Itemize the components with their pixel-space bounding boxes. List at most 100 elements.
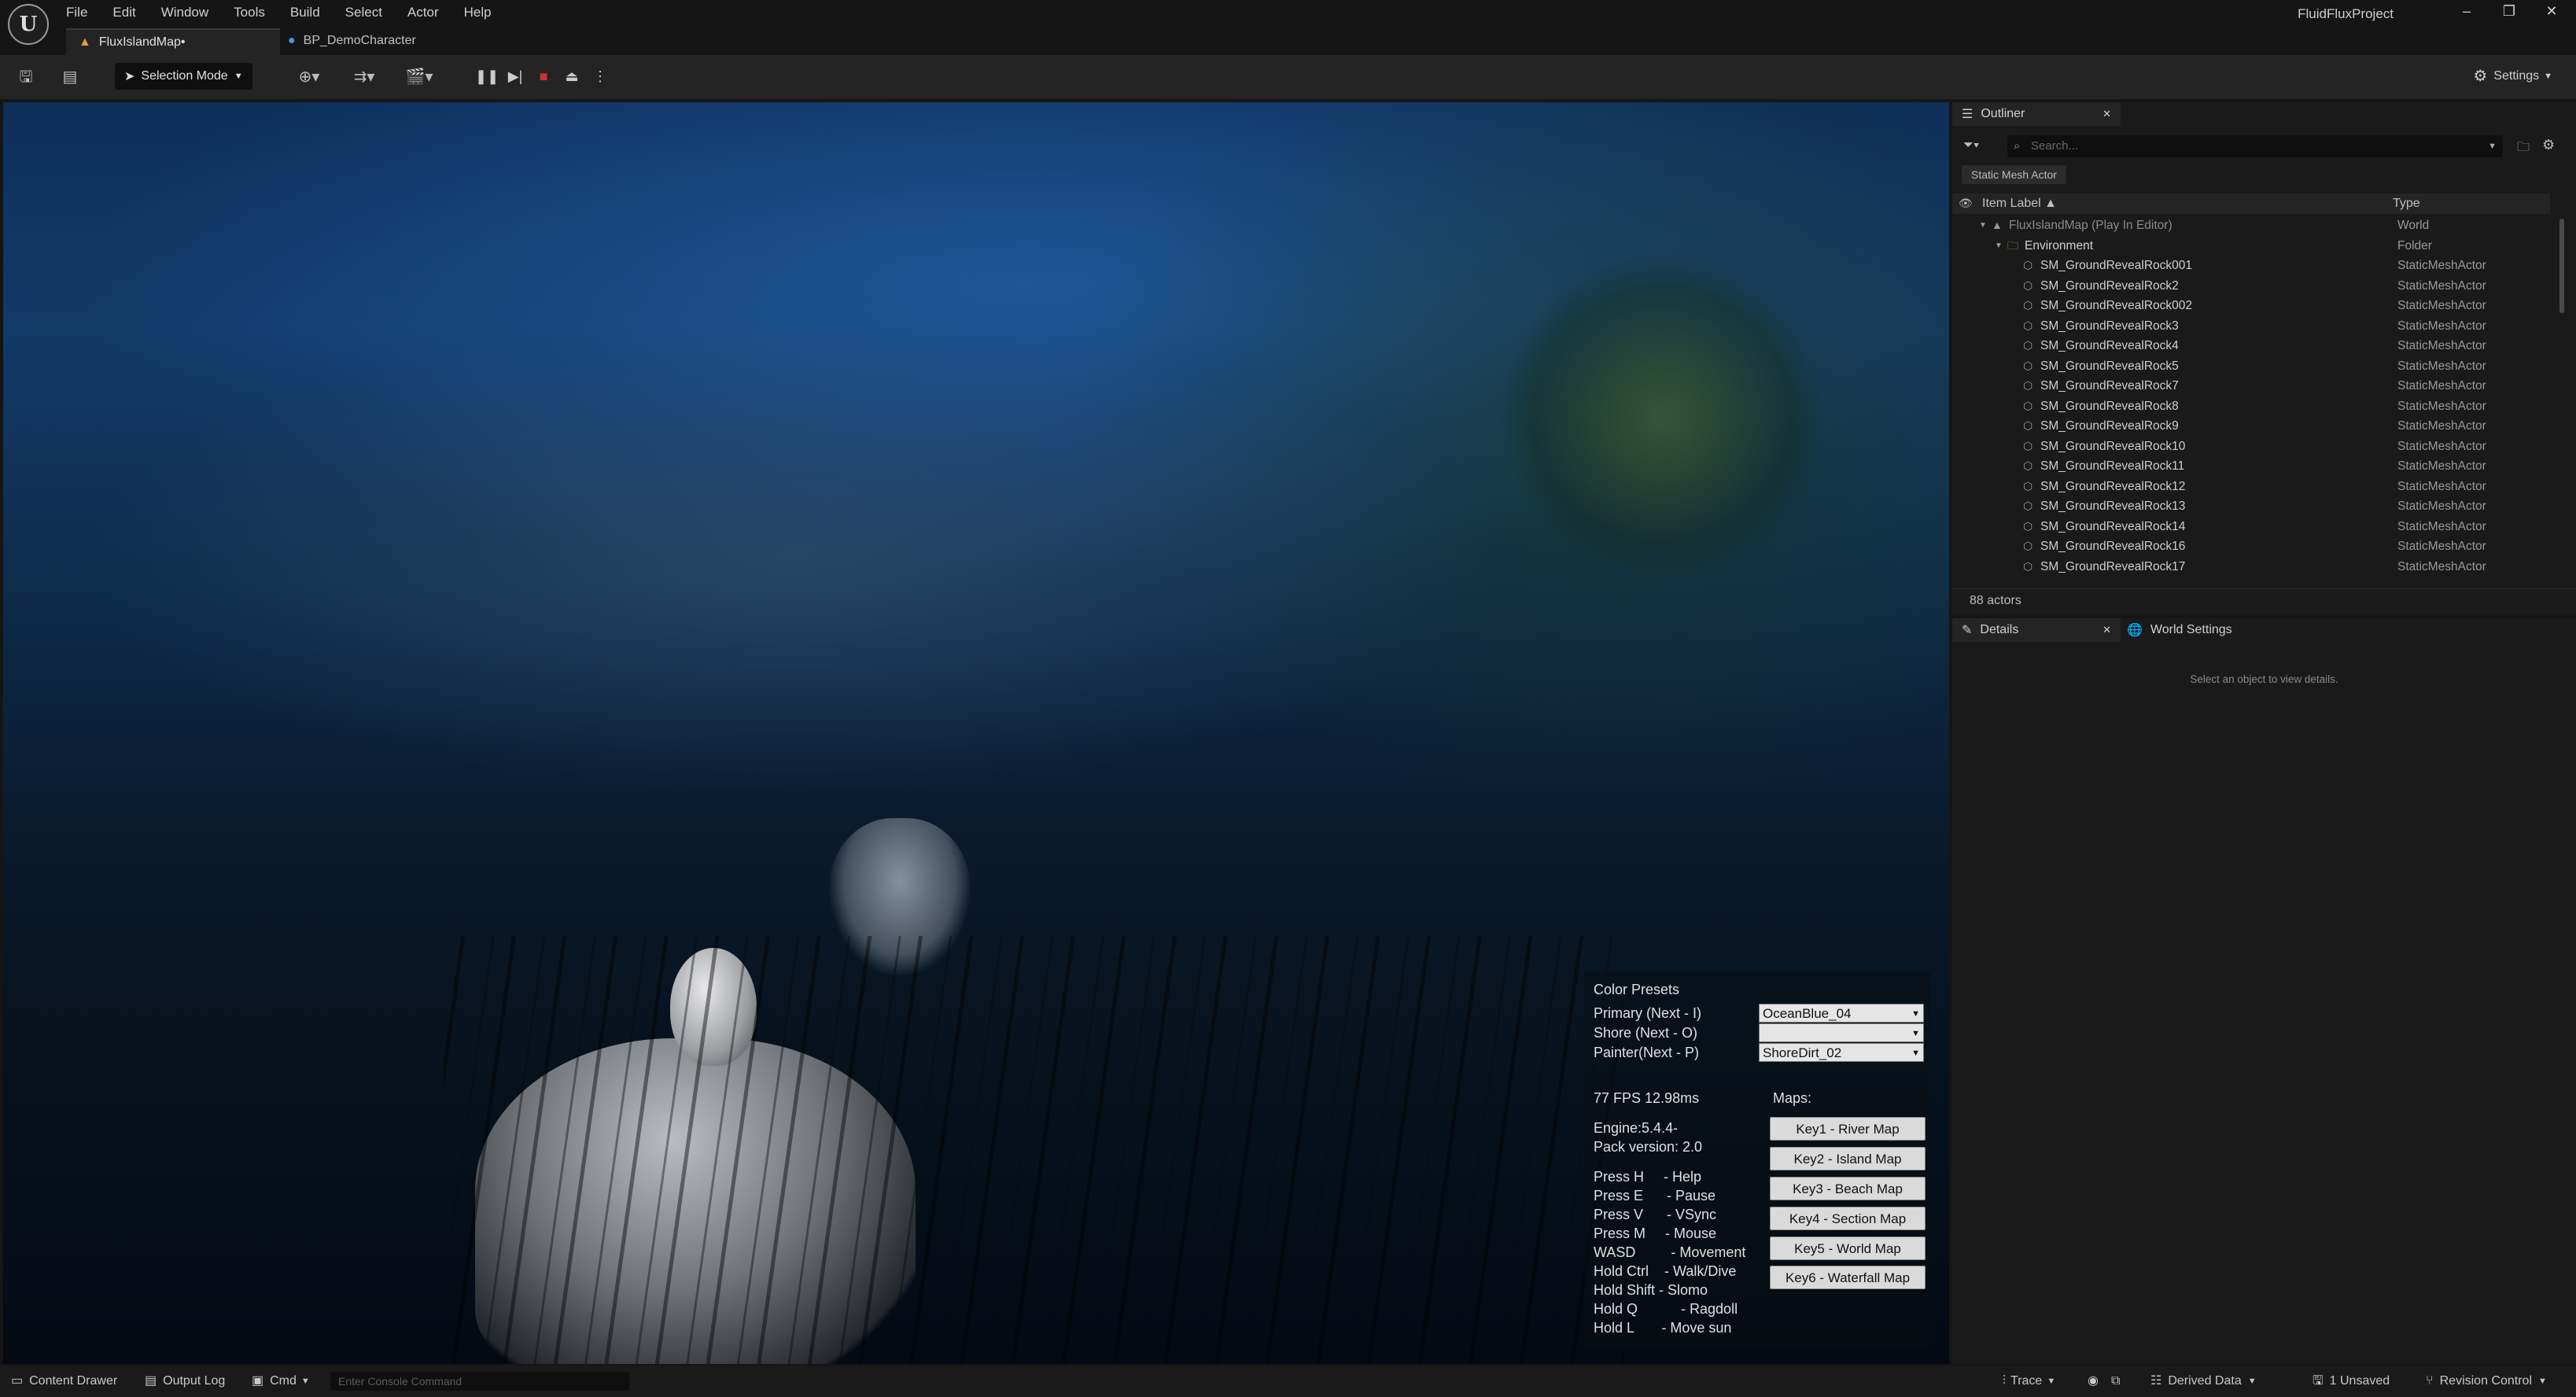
step-forward-icon[interactable]: ▶| <box>503 65 527 88</box>
preset-label-primary: Primary (Next - I) <box>1594 1005 1701 1021</box>
derived-data-dropdown[interactable]: ☷ Derived Data ▼ <box>2150 1366 2257 1397</box>
column-item-label[interactable]: Item Label ▲ <box>1982 197 2057 211</box>
outliner-row[interactable]: ⬡ SM_GroundRevealRock5 StaticMeshActor <box>1952 356 2550 376</box>
outliner-row[interactable]: ⬡ SM_GroundRevealRock11 StaticMeshActor <box>1952 456 2550 476</box>
outliner-search-input[interactable]: ⌕ Search... ▼ <box>2007 135 2503 157</box>
row-label: SM_GroundRevealRock17 <box>2040 559 2186 573</box>
column-type[interactable]: Type <box>2393 197 2420 211</box>
row-label: SM_GroundRevealRock7 <box>2040 379 2179 393</box>
help-line: Hold L - Move sun <box>1594 1320 1732 1336</box>
row-label: SM_GroundRevealRock4 <box>2040 339 2179 352</box>
outliner-row[interactable]: ⬡ SM_GroundRevealRock2 StaticMeshActor <box>1952 276 2550 296</box>
outliner-row[interactable]: ⬡ SM_GroundRevealRock10 StaticMeshActor <box>1952 437 2550 456</box>
unreal-logo-icon[interactable]: U <box>8 4 49 45</box>
static-mesh-icon: ⬡ <box>2023 559 2033 573</box>
island-map-button[interactable]: Key2 - Island Map <box>1770 1147 1926 1170</box>
pause-icon[interactable]: ❚❚ <box>475 65 499 88</box>
outliner-row[interactable]: ⬡ SM_GroundRevealRock13 StaticMeshActor <box>1952 496 2550 516</box>
restore-icon[interactable]: ❐ <box>2493 3 2525 20</box>
search-icon: ⌕ <box>2014 139 2021 153</box>
world-map-button[interactable]: Key5 - World Map <box>1770 1237 1926 1260</box>
output-log-button[interactable]: ▤ Output Log <box>145 1366 225 1397</box>
preset-select-primary[interactable]: OceanBlue_04 ▼ <box>1759 1004 1924 1023</box>
eject-icon[interactable]: ⏏ <box>560 65 584 88</box>
outliner-row[interactable]: ⬡ SM_GroundRevealRock8 StaticMeshActor <box>1952 396 2550 416</box>
preset-select-shore[interactable]: ▼ <box>1759 1023 1924 1042</box>
world-settings-label: World Settings <box>2150 623 2232 636</box>
expand-arrow-icon[interactable]: ▼ <box>1979 216 1987 235</box>
menu-edit[interactable]: Edit <box>112 5 135 20</box>
outliner-row[interactable]: ⬡ SM_GroundRevealRock3 StaticMeshActor <box>1952 316 2550 336</box>
waterfall-map-button[interactable]: Key6 - Waterfall Map <box>1770 1266 1926 1289</box>
preset-label-painter: Painter(Next - P) <box>1594 1045 1700 1060</box>
outliner-row[interactable]: ⬡ SM_GroundRevealRock17 StaticMeshActor <box>1952 557 2550 577</box>
outliner-row[interactable]: ⬡ SM_GroundRevealRock4 StaticMeshActor <box>1952 336 2550 356</box>
save-icon[interactable]: 🖫 <box>14 66 38 88</box>
chevron-down-icon: ▼ <box>2047 1377 2056 1386</box>
menu-select[interactable]: Select <box>345 5 382 20</box>
console-command-input[interactable]: Enter Console Command <box>330 1372 629 1391</box>
beach-map-button[interactable]: Key3 - Beach Map <box>1770 1177 1926 1200</box>
menu-build[interactable]: Build <box>290 5 320 20</box>
trace-dropdown[interactable]: ⫶ Trace ▼ <box>2003 1366 2055 1397</box>
cmd-dropdown[interactable]: ▣ Cmd ▼ <box>252 1366 310 1397</box>
seagrass-reeds <box>444 936 1623 1364</box>
menu-actor[interactable]: Actor <box>407 5 439 20</box>
add-actor-icon[interactable]: ⊕▾ <box>289 66 329 88</box>
preset-select-painter[interactable]: ShoreDirt_02 ▼ <box>1759 1043 1924 1062</box>
section-map-button[interactable]: Key4 - Section Map <box>1770 1207 1926 1230</box>
expand-arrow-icon[interactable]: ▼ <box>1995 236 2003 256</box>
close-icon[interactable]: ✕ <box>2102 108 2111 120</box>
blueprints-icon[interactable]: ⇉▾ <box>345 66 384 88</box>
globe-icon: 🌐 <box>2127 624 2143 637</box>
content-browse-icon[interactable]: ▤ <box>58 66 82 88</box>
tab-bp-democharacter[interactable]: ● BP_DemoCharacter <box>275 28 481 53</box>
record-icon[interactable]: ◉ <box>2088 1366 2099 1397</box>
camera-icon[interactable]: ⧉ <box>2111 1366 2120 1397</box>
outliner-row[interactable]: ⬡ SM_GroundRevealRock12 StaticMeshActor <box>1952 477 2550 496</box>
stop-icon[interactable]: ■ <box>532 65 555 88</box>
visibility-eye-icon[interactable]: 👁 <box>1959 197 1973 210</box>
outliner-scrollbar[interactable] <box>2559 219 2564 313</box>
tab-world-settings[interactable]: 🌐 World Settings <box>2117 618 2242 642</box>
outliner-row[interactable]: ▼ ▲ FluxIslandMap (Play In Editor) World <box>1952 216 2550 235</box>
filter-icon[interactable]: ⏷▾ <box>1963 138 1980 153</box>
derived-data-label: Derived Data <box>2168 1374 2242 1388</box>
close-icon[interactable]: ✕ <box>2536 3 2567 20</box>
minimize-icon[interactable]: – <box>2451 3 2482 20</box>
close-icon[interactable]: ✕ <box>2102 624 2111 636</box>
tab-fluxislandmap[interactable]: ▲ FluxIslandMap• <box>66 28 280 55</box>
row-type: StaticMeshActor <box>2397 519 2486 533</box>
revision-control-dropdown[interactable]: ⑂ Revision Control ▼ <box>2426 1366 2547 1397</box>
add-folder-icon[interactable]: 🗀 <box>2517 138 2530 160</box>
row-type: StaticMeshActor <box>2397 439 2486 453</box>
river-map-button[interactable]: Key1 - River Map <box>1770 1117 1926 1141</box>
menu-help[interactable]: Help <box>464 5 492 20</box>
outliner-row[interactable]: ⬡ SM_GroundRevealRock001 StaticMeshActor <box>1952 256 2550 275</box>
more-options-icon[interactable]: ⋮ <box>588 65 612 88</box>
gear-icon[interactable]: ⚙ <box>2542 137 2555 153</box>
row-label: SM_GroundRevealRock10 <box>2040 439 2186 453</box>
cinematics-icon[interactable]: 🎬▾ <box>400 66 439 88</box>
selection-mode-dropdown[interactable]: ➤ Selection Mode ▼ <box>115 63 252 90</box>
tab-details[interactable]: ✎ Details ✕ <box>1952 618 2121 642</box>
outliner-row[interactable]: ⬡ SM_GroundRevealRock9 StaticMeshActor <box>1952 416 2550 436</box>
menu-file[interactable]: File <box>66 5 87 20</box>
filter-chip-static-mesh[interactable]: Static Mesh Actor <box>1962 165 2066 184</box>
outliner-row[interactable]: ⬡ SM_GroundRevealRock7 StaticMeshActor <box>1952 376 2550 396</box>
outliner-row[interactable]: ⬡ SM_GroundRevealRock14 StaticMeshActor <box>1952 517 2550 536</box>
static-mesh-icon: ⬡ <box>2023 519 2033 533</box>
play-controls: ❚❚ ▶| ■ ⏏ ⋮ <box>475 65 617 88</box>
drawer-icon: ▭ <box>11 1374 24 1388</box>
menu-tools[interactable]: Tools <box>234 5 265 20</box>
outliner-row[interactable]: ⬡ SM_GroundRevealRock002 StaticMeshActor <box>1952 296 2550 315</box>
outliner-row[interactable]: ▼ 🗀 Environment Folder <box>1952 236 2550 256</box>
static-mesh-icon: ⬡ <box>2023 278 2033 292</box>
static-mesh-icon: ⬡ <box>2023 359 2033 372</box>
menu-window[interactable]: Window <box>161 5 208 20</box>
unsaved-button[interactable]: 🖫 1 Unsaved <box>2313 1366 2390 1397</box>
settings-button[interactable]: ⚙ Settings ▼ <box>2473 66 2552 86</box>
content-drawer-button[interactable]: ▭ Content Drawer <box>11 1366 117 1397</box>
tab-outliner[interactable]: ☰ Outliner ✕ <box>1952 102 2121 126</box>
outliner-row[interactable]: ⬡ SM_GroundRevealRock16 StaticMeshActor <box>1952 536 2550 556</box>
